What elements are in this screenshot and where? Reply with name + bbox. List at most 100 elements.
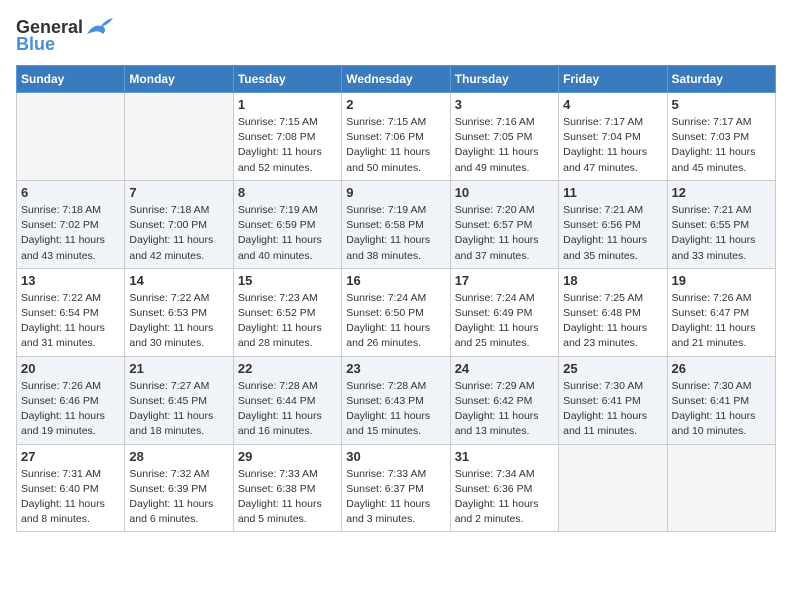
calendar-cell: 2 Sunrise: 7:15 AMSunset: 7:06 PMDaylight…	[342, 93, 450, 181]
day-info: Sunrise: 7:28 AMSunset: 6:43 PMDaylight:…	[346, 379, 445, 440]
column-header-saturday: Saturday	[667, 66, 775, 93]
column-header-wednesday: Wednesday	[342, 66, 450, 93]
calendar-cell: 6 Sunrise: 7:18 AMSunset: 7:02 PMDaylight…	[17, 180, 125, 268]
calendar-cell: 31Sunrise: 7:34 AMSunset: 6:36 PMDayligh…	[450, 444, 558, 532]
calendar-cell: 22 Sunrise: 7:28 AMSunset: 6:44 PMDayligh…	[233, 356, 341, 444]
day-number: 17	[455, 273, 554, 288]
day-number: 3	[455, 97, 554, 112]
day-number: 6	[21, 185, 120, 200]
day-number: 1	[238, 97, 337, 112]
calendar-cell: 26Sunrise: 7:30 AMSunset: 6:41 PMDayligh…	[667, 356, 775, 444]
day-number: 24	[455, 361, 554, 376]
logo: General Blue	[16, 16, 115, 55]
day-info: Sunrise: 7:18 AMSunset: 7:02 PMDaylight:…	[21, 203, 120, 264]
day-number: 15	[238, 273, 337, 288]
day-number: 30	[346, 449, 445, 464]
calendar-cell: 21 Sunrise: 7:27 AMSunset: 6:45 PMDayligh…	[125, 356, 233, 444]
calendar-cell: 30Sunrise: 7:33 AMSunset: 6:37 PMDayligh…	[342, 444, 450, 532]
calendar-cell: 1 Sunrise: 7:15 AMSunset: 7:08 PMDaylight…	[233, 93, 341, 181]
calendar-cell: 8 Sunrise: 7:19 AMSunset: 6:59 PMDaylight…	[233, 180, 341, 268]
day-info: Sunrise: 7:21 AMSunset: 6:56 PMDaylight:…	[563, 203, 662, 264]
calendar-cell: 9Sunrise: 7:19 AMSunset: 6:58 PMDaylight…	[342, 180, 450, 268]
day-number: 2	[346, 97, 445, 112]
day-info: Sunrise: 7:24 AMSunset: 6:49 PMDaylight:…	[455, 291, 554, 352]
day-info: Sunrise: 7:29 AMSunset: 6:42 PMDaylight:…	[455, 379, 554, 440]
calendar-cell: 10Sunrise: 7:20 AMSunset: 6:57 PMDayligh…	[450, 180, 558, 268]
day-number: 23	[346, 361, 445, 376]
day-number: 18	[563, 273, 662, 288]
day-info: Sunrise: 7:17 AMSunset: 7:03 PMDaylight:…	[672, 115, 771, 176]
day-info: Sunrise: 7:19 AMSunset: 6:59 PMDaylight:…	[238, 203, 337, 264]
day-number: 25	[563, 361, 662, 376]
calendar-week-row: 27 Sunrise: 7:31 AMSunset: 6:40 PMDayligh…	[17, 444, 776, 532]
day-number: 12	[672, 185, 771, 200]
logo-blue-text: Blue	[16, 34, 55, 55]
day-info: Sunrise: 7:27 AMSunset: 6:45 PMDaylight:…	[129, 379, 228, 440]
day-number: 4	[563, 97, 662, 112]
day-number: 22	[238, 361, 337, 376]
day-info: Sunrise: 7:25 AMSunset: 6:48 PMDaylight:…	[563, 291, 662, 352]
calendar-cell: 27 Sunrise: 7:31 AMSunset: 6:40 PMDayligh…	[17, 444, 125, 532]
day-info: Sunrise: 7:31 AMSunset: 6:40 PMDaylight:…	[21, 467, 120, 528]
calendar-cell	[125, 93, 233, 181]
calendar-cell: 11 Sunrise: 7:21 AMSunset: 6:56 PMDayligh…	[559, 180, 667, 268]
column-header-sunday: Sunday	[17, 66, 125, 93]
calendar-cell: 17 Sunrise: 7:24 AMSunset: 6:49 PMDayligh…	[450, 268, 558, 356]
calendar-cell: 15 Sunrise: 7:23 AMSunset: 6:52 PMDayligh…	[233, 268, 341, 356]
calendar-cell: 13 Sunrise: 7:22 AMSunset: 6:54 PMDayligh…	[17, 268, 125, 356]
calendar-cell: 29 Sunrise: 7:33 AMSunset: 6:38 PMDayligh…	[233, 444, 341, 532]
calendar-cell: 28Sunrise: 7:32 AMSunset: 6:39 PMDayligh…	[125, 444, 233, 532]
logo-bird-icon	[85, 16, 115, 38]
calendar-cell: 5 Sunrise: 7:17 AMSunset: 7:03 PMDaylight…	[667, 93, 775, 181]
day-number: 21	[129, 361, 228, 376]
day-number: 8	[238, 185, 337, 200]
day-info: Sunrise: 7:21 AMSunset: 6:55 PMDaylight:…	[672, 203, 771, 264]
day-info: Sunrise: 7:26 AMSunset: 6:47 PMDaylight:…	[672, 291, 771, 352]
day-info: Sunrise: 7:24 AMSunset: 6:50 PMDaylight:…	[346, 291, 445, 352]
calendar-cell: 20Sunrise: 7:26 AMSunset: 6:46 PMDayligh…	[17, 356, 125, 444]
day-number: 9	[346, 185, 445, 200]
day-info: Sunrise: 7:26 AMSunset: 6:46 PMDaylight:…	[21, 379, 120, 440]
day-info: Sunrise: 7:15 AMSunset: 7:08 PMDaylight:…	[238, 115, 337, 176]
day-number: 19	[672, 273, 771, 288]
day-number: 5	[672, 97, 771, 112]
calendar-cell: 25 Sunrise: 7:30 AMSunset: 6:41 PMDayligh…	[559, 356, 667, 444]
day-number: 11	[563, 185, 662, 200]
calendar-cell: 14 Sunrise: 7:22 AMSunset: 6:53 PMDayligh…	[125, 268, 233, 356]
day-info: Sunrise: 7:34 AMSunset: 6:36 PMDaylight:…	[455, 467, 554, 528]
day-number: 14	[129, 273, 228, 288]
column-header-tuesday: Tuesday	[233, 66, 341, 93]
day-number: 27	[21, 449, 120, 464]
calendar-cell: 18 Sunrise: 7:25 AMSunset: 6:48 PMDayligh…	[559, 268, 667, 356]
page-header: General Blue	[16, 16, 776, 55]
calendar-cell: 23 Sunrise: 7:28 AMSunset: 6:43 PMDayligh…	[342, 356, 450, 444]
calendar-cell: 3 Sunrise: 7:16 AMSunset: 7:05 PMDaylight…	[450, 93, 558, 181]
day-info: Sunrise: 7:20 AMSunset: 6:57 PMDaylight:…	[455, 203, 554, 264]
day-info: Sunrise: 7:22 AMSunset: 6:53 PMDaylight:…	[129, 291, 228, 352]
day-number: 16	[346, 273, 445, 288]
column-header-friday: Friday	[559, 66, 667, 93]
day-info: Sunrise: 7:28 AMSunset: 6:44 PMDaylight:…	[238, 379, 337, 440]
calendar-cell	[559, 444, 667, 532]
calendar-cell: 19 Sunrise: 7:26 AMSunset: 6:47 PMDayligh…	[667, 268, 775, 356]
day-info: Sunrise: 7:16 AMSunset: 7:05 PMDaylight:…	[455, 115, 554, 176]
calendar-cell: 24 Sunrise: 7:29 AMSunset: 6:42 PMDayligh…	[450, 356, 558, 444]
calendar-week-row: 6 Sunrise: 7:18 AMSunset: 7:02 PMDaylight…	[17, 180, 776, 268]
day-number: 29	[238, 449, 337, 464]
day-number: 26	[672, 361, 771, 376]
column-header-thursday: Thursday	[450, 66, 558, 93]
day-info: Sunrise: 7:30 AMSunset: 6:41 PMDaylight:…	[563, 379, 662, 440]
calendar-cell	[667, 444, 775, 532]
day-info: Sunrise: 7:33 AMSunset: 6:38 PMDaylight:…	[238, 467, 337, 528]
day-info: Sunrise: 7:23 AMSunset: 6:52 PMDaylight:…	[238, 291, 337, 352]
day-info: Sunrise: 7:15 AMSunset: 7:06 PMDaylight:…	[346, 115, 445, 176]
calendar-week-row: 20Sunrise: 7:26 AMSunset: 6:46 PMDayligh…	[17, 356, 776, 444]
day-info: Sunrise: 7:32 AMSunset: 6:39 PMDaylight:…	[129, 467, 228, 528]
day-number: 13	[21, 273, 120, 288]
calendar-header-row: SundayMondayTuesdayWednesdayThursdayFrid…	[17, 66, 776, 93]
calendar-cell	[17, 93, 125, 181]
calendar-cell: 7Sunrise: 7:18 AMSunset: 7:00 PMDaylight…	[125, 180, 233, 268]
calendar-cell: 16 Sunrise: 7:24 AMSunset: 6:50 PMDayligh…	[342, 268, 450, 356]
calendar-cell: 12 Sunrise: 7:21 AMSunset: 6:55 PMDayligh…	[667, 180, 775, 268]
day-info: Sunrise: 7:22 AMSunset: 6:54 PMDaylight:…	[21, 291, 120, 352]
